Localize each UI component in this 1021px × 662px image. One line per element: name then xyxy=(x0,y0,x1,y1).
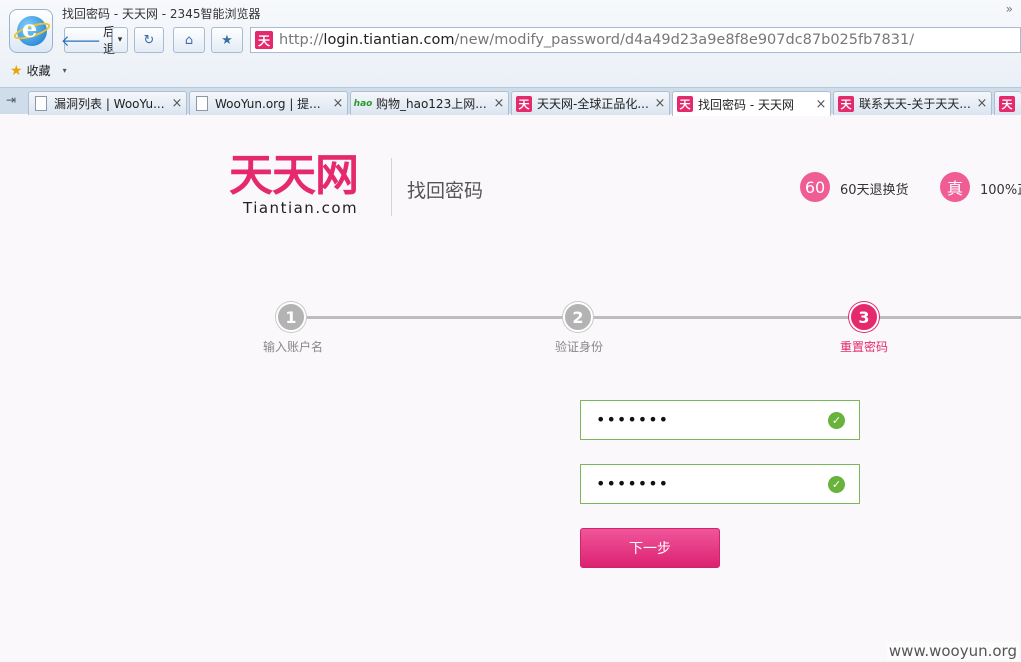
watermark: www.wooyun.org xyxy=(886,642,1019,660)
tiantian-icon: 天 xyxy=(999,95,1015,112)
page-icon xyxy=(196,96,208,111)
address-bar[interactable]: 天 http://login.tiantian.com/new/modify_p… xyxy=(250,27,1021,53)
tab-label: 联系天天-关于天天... xyxy=(859,97,971,111)
browser-logo-icon[interactable]: e xyxy=(9,9,53,53)
return-policy-label: 60天退换货 xyxy=(840,183,909,198)
back-arrow-icon: 🡐 xyxy=(60,31,102,50)
window-title: 找回密码 - 天天网 - 2345智能浏览器 xyxy=(62,7,261,21)
authentic-label: 100%正 xyxy=(980,183,1021,198)
valid-check-icon: ✓ xyxy=(828,412,845,429)
return-policy-icon: 60 xyxy=(800,172,830,202)
tab-tiantian-more[interactable]: 天 xyxy=(994,91,1021,115)
tab-label: 天天网-全球正品化... xyxy=(537,97,649,111)
tab-label: 找回密码 - 天天网 xyxy=(698,97,794,112)
authentic-icon: 真 xyxy=(940,172,970,202)
home-icon[interactable]: ⌂ xyxy=(173,27,205,53)
tab-hao123-shopping[interactable]: hao 购物_hao123上网... × xyxy=(350,91,509,115)
back-history-dropdown[interactable]: ▾ xyxy=(112,27,128,53)
tab-wooyun-bugs[interactable]: 漏洞列表 | WooYu... × xyxy=(28,91,187,115)
site-logo-domain: Tiantian.com xyxy=(243,199,359,217)
confirm-password-value: ••••••• xyxy=(596,474,670,493)
favorites-label: 收藏 xyxy=(26,64,51,78)
url-path: /new/modify_password/d4a49d23a9e8f8e907d… xyxy=(454,32,915,48)
header-divider xyxy=(391,158,392,216)
new-password-field[interactable]: ••••••• ✓ xyxy=(580,400,860,440)
tiantian-icon: 天 xyxy=(677,96,693,112)
site-favicon-icon: 天 xyxy=(255,31,273,49)
favorites-icon: ★ xyxy=(10,62,23,79)
tiantian-icon: 天 xyxy=(838,95,854,112)
tab-sidebar-toggle-icon[interactable]: ⇥ xyxy=(6,93,16,107)
tab-close-icon[interactable]: × xyxy=(812,97,830,112)
page-icon xyxy=(35,96,47,111)
tiantian-icon: 天 xyxy=(516,95,532,112)
address-url[interactable]: http://login.tiantian.com/new/modify_pas… xyxy=(279,32,914,48)
tab-close-icon[interactable]: × xyxy=(329,96,347,111)
url-host: login.tiantian.com xyxy=(323,32,455,48)
new-password-value: ••••••• xyxy=(596,410,670,429)
site-logo[interactable]: 天天网 xyxy=(229,150,359,202)
tab-close-icon[interactable]: × xyxy=(490,96,508,111)
tab-label: 购物_hao123上网... xyxy=(376,97,487,111)
step-1-marker: 1 xyxy=(276,302,306,332)
page-title: 找回密码 xyxy=(407,180,484,202)
tab-close-icon[interactable]: × xyxy=(651,96,669,111)
step-2-label: 验证身份 xyxy=(554,340,603,354)
step-3-marker: 3 xyxy=(849,302,879,332)
favorites-menu[interactable]: ★ 收藏 ▾ xyxy=(10,62,67,79)
url-scheme: http:// xyxy=(279,32,324,48)
step-2-marker: 2 xyxy=(563,302,593,332)
tab-reset-password[interactable]: 天 找回密码 - 天天网 × xyxy=(672,91,831,116)
step-3-label: 重置密码 xyxy=(839,340,888,354)
favorites-caret-icon: ▾ xyxy=(62,66,67,75)
next-step-button[interactable]: 下一步 xyxy=(580,528,720,568)
tab-close-icon[interactable]: × xyxy=(168,96,186,111)
valid-check-icon: ✓ xyxy=(828,476,845,493)
tab-tiantian-contact[interactable]: 天 联系天天-关于天天... × xyxy=(833,91,992,115)
step-progress-line xyxy=(291,316,1021,319)
favorite-star-icon[interactable]: ★ xyxy=(211,27,243,53)
tab-close-icon[interactable]: × xyxy=(973,96,991,111)
back-button[interactable]: 🡐 后退 xyxy=(60,25,115,56)
reload-icon[interactable]: ↻ xyxy=(134,27,164,53)
hao-icon: hao xyxy=(353,98,373,109)
window-more-icon[interactable]: » xyxy=(1006,2,1013,16)
tab-strip: ⇥ 漏洞列表 | WooYu... × WooYun.org | 提... × … xyxy=(0,87,1021,116)
step-1-label: 输入账户名 xyxy=(262,340,323,354)
tab-wooyun-submit[interactable]: WooYun.org | 提... × xyxy=(189,91,348,115)
confirm-password-field[interactable]: ••••••• ✓ xyxy=(580,464,860,504)
browser-chrome: e 找回密码 - 天天网 - 2345智能浏览器 » 🡐 后退 ▾ ↻ ⌂ ★ … xyxy=(0,0,1021,116)
tab-tiantian-home[interactable]: 天 天天网-全球正品化... × xyxy=(511,91,670,115)
tab-label: WooYun.org | 提... xyxy=(215,97,321,111)
tab-label: 漏洞列表 | WooYu... xyxy=(54,97,165,111)
